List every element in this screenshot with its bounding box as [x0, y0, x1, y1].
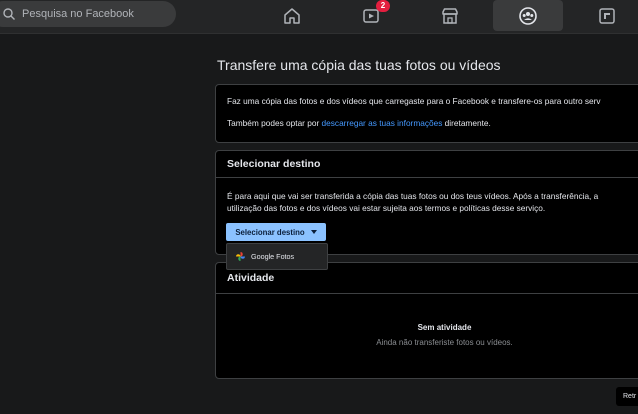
- nav-tab-gaming[interactable]: [572, 0, 638, 31]
- empty-activity-subtitle: Ainda não transferiste fotos ou vídeos.: [376, 338, 513, 347]
- home-icon: [284, 7, 300, 24]
- caret-down-icon: [310, 230, 317, 234]
- intro-text: Faz uma cópia das fotos e dos vídeos que…: [227, 96, 601, 106]
- top-navigation-bar: Pesquisa no Facebook 2: [0, 0, 638, 34]
- intro-card: Faz uma cópia das fotos e dos vídeos que…: [215, 84, 638, 143]
- destination-card-header: Selecionar destino: [216, 151, 638, 178]
- activity-title: Atividade: [227, 272, 275, 284]
- intro-download-line: Também podes optar por descarregar as tu…: [227, 118, 491, 128]
- activity-card: Atividade Sem atividade Ainda não transf…: [215, 262, 638, 379]
- groups-icon: [519, 6, 537, 25]
- gaming-icon: [599, 7, 615, 24]
- nav-tab-video[interactable]: 2: [336, 0, 406, 31]
- google-photos-option: Google Fotos: [251, 252, 295, 261]
- destination-description: É para aqui que vai ser transferida a có…: [227, 190, 598, 214]
- page-title: Transfere uma cópia das tuas fotos ou ví…: [217, 57, 501, 73]
- marketplace-icon: [442, 7, 458, 24]
- empty-activity-title: Sem atividade: [417, 323, 472, 332]
- nav-tab-marketplace[interactable]: [415, 0, 485, 31]
- activity-divider: [216, 293, 638, 294]
- nav-tab-home[interactable]: [257, 0, 327, 31]
- destination-dropdown-option[interactable]: Google Fotos: [226, 243, 328, 270]
- intro-download-prefix: Também podes optar por: [227, 118, 322, 128]
- notification-badge: 2: [376, 0, 390, 12]
- intro-download-suffix: diretamente.: [442, 118, 491, 128]
- google-photos-icon: [236, 252, 245, 261]
- search-input[interactable]: Pesquisa no Facebook: [22, 8, 134, 20]
- search-bar[interactable]: Pesquisa no Facebook: [0, 1, 176, 27]
- destination-description-line2: utilização das fotos e dos vídeos vai es…: [227, 203, 546, 213]
- select-destination-button[interactable]: Selecionar destino: [226, 223, 326, 241]
- destination-title: Selecionar destino: [227, 158, 321, 170]
- nav-tab-groups[interactable]: [493, 0, 563, 31]
- retry-button[interactable]: Retr: [616, 387, 638, 406]
- destination-description-line1: É para aqui que vai ser transferida a có…: [227, 191, 599, 201]
- select-destination-label: Selecionar destino: [235, 227, 305, 237]
- search-icon: [3, 8, 15, 20]
- download-info-link[interactable]: descarregar as tuas informações: [322, 118, 443, 128]
